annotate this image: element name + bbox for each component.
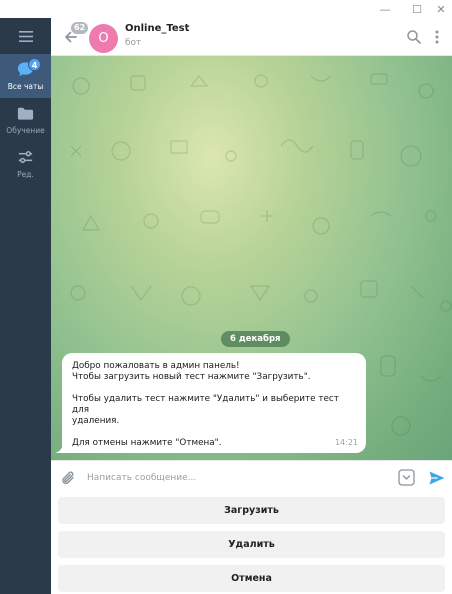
message-text-line: Чтобы загрузить новый тест нажмите "Загр… [72,372,311,382]
message-composer [51,460,452,494]
message-text-line: Добро пожаловать в админ панель! [72,361,240,371]
folder-label: Все чаты [7,82,44,91]
message-bubble[interactable]: Добро пожаловать в админ панель! Чтобы з… [62,353,366,453]
folder-icon [17,107,34,120]
close-window-button[interactable]: ✕ [428,0,452,18]
message-line-gap [72,427,356,438]
date-separator: 6 декабря [221,331,290,347]
send-icon[interactable] [428,469,446,487]
search-icon[interactable] [406,29,422,45]
bot-reply-keyboard: Загрузить Удалить Отмена [51,494,452,594]
paperclip-icon[interactable] [60,469,78,487]
bot-keyboard-icon[interactable] [398,469,415,486]
window-titlebar: — ☐ ✕ [0,0,452,18]
chat-status: бот [125,38,142,48]
unread-count-badge: 62 [71,22,89,34]
chat-header: 62 O Online_Test бот [51,18,452,56]
message-time: 14:21 [334,438,358,447]
hamburger-menu-icon [18,30,33,42]
unread-chats-badge: 4 [28,58,41,71]
delete-test-button[interactable]: Удалить [58,531,445,558]
folder-label: Обучение [6,126,45,135]
chat-title[interactable]: Online_Test [125,23,189,34]
folder-obuchenie[interactable]: Обучение [0,98,51,142]
folder-label: Ред. [17,170,34,179]
edit-filters-icon [18,151,33,164]
folder-edit[interactable]: Ред. [0,142,51,186]
maximize-button[interactable]: ☐ [404,0,430,18]
bubble-tail [55,445,65,453]
main-menu-button[interactable] [0,18,51,54]
message-text-line: Для отмены нажмите "Отмена". [72,438,222,448]
message-line-gap [72,383,356,394]
message-text-line: удаления. [72,416,120,426]
folders-sidebar: 4 Все чаты Обучение Ред. [0,18,51,594]
more-vertical-icon[interactable] [431,29,443,45]
avatar[interactable]: O [89,24,118,53]
message-text-line: Чтобы удалить тест нажмите "Удалить" и в… [72,394,342,415]
chat-messages-area[interactable]: 6 декабря Добро пожаловать в админ панел… [51,56,452,460]
cancel-button[interactable]: Отмена [58,565,445,592]
upload-test-button[interactable]: Загрузить [58,497,445,524]
message-input[interactable] [87,467,387,489]
folder-all-chats[interactable]: 4 Все чаты [0,54,51,98]
minimize-button[interactable]: — [372,0,398,18]
